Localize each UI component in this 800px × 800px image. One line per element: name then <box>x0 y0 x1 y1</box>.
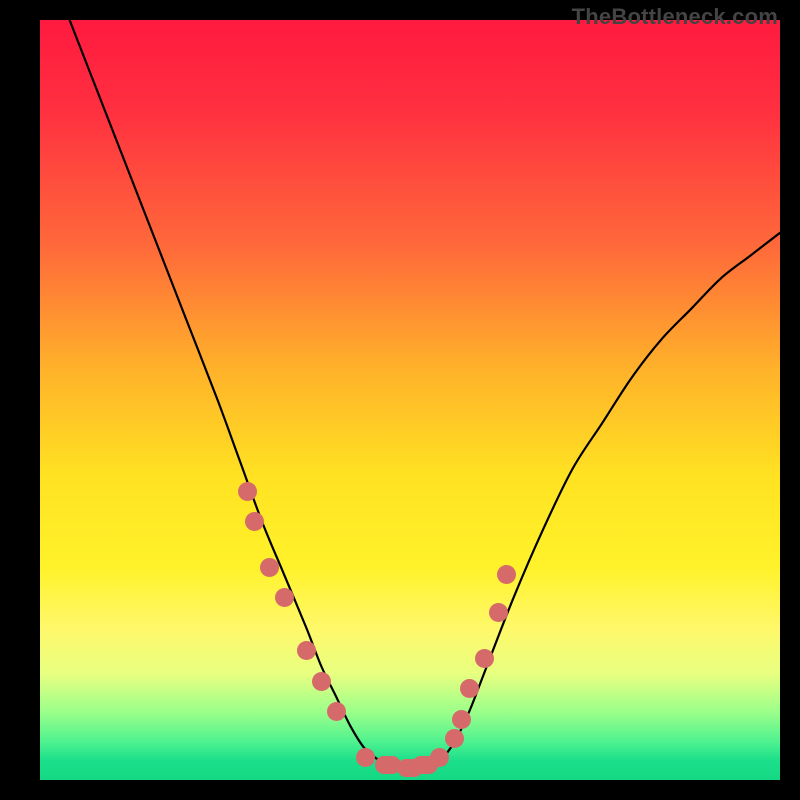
marker-dot <box>460 679 479 698</box>
marker-dot <box>475 649 494 668</box>
marker-dot <box>430 748 449 767</box>
marker-dot <box>260 558 279 577</box>
marker-dot <box>327 702 346 721</box>
marker-dot <box>497 565 516 584</box>
chart-frame: TheBottleneck.com <box>0 0 800 800</box>
marker-dot <box>452 710 471 729</box>
marker-dot <box>356 748 375 767</box>
marker-dot <box>275 588 294 607</box>
marker-dot <box>445 729 464 748</box>
watermark: TheBottleneck.com <box>572 4 778 30</box>
plot-area <box>40 20 780 780</box>
marker-dot <box>238 482 257 501</box>
marker-dot <box>312 672 331 691</box>
background-gradient <box>40 20 780 780</box>
